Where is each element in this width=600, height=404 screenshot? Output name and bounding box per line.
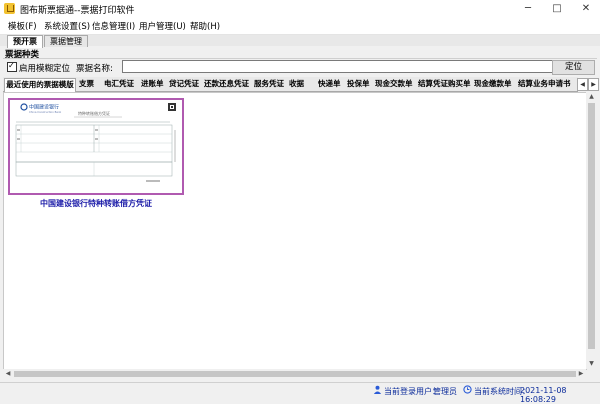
menu-help[interactable]: 帮助(H) [190, 20, 220, 32]
current-user-value: 管理员 [433, 387, 457, 396]
category-tab[interactable]: 快递单 [318, 78, 341, 90]
bank-name-en: China Construction Bank [29, 110, 62, 114]
app-icon [4, 3, 15, 14]
scroll-down-icon[interactable]: ▼ [586, 359, 597, 369]
minimize-button[interactable]: ─ [514, 1, 542, 17]
category-tab[interactable]: 进账单 [141, 78, 164, 90]
horizontal-scroll-thumb[interactable] [14, 371, 576, 377]
template-caption[interactable]: 中国建设银行特种转账借方凭证 [8, 198, 184, 209]
main-tab-strip [0, 35, 600, 46]
scroll-left-icon[interactable]: ◀ [3, 369, 13, 379]
scroll-up-icon[interactable]: ▲ [586, 92, 597, 102]
horizontal-scrollbar[interactable]: ◀ ▶ [3, 369, 586, 379]
menu-info-management[interactable]: 信息管理(I) [92, 20, 135, 32]
category-tab[interactable]: 电汇凭证 [104, 78, 134, 90]
status-bar: 当前登录用户： 管理员 当前系统时间： 2021-11-08 16:08:29 [0, 382, 600, 404]
menu-user-management[interactable]: 用户管理(U) [139, 20, 186, 32]
category-tab[interactable]: 贷记凭证 [169, 78, 199, 90]
title-bar: 图布斯票据通--票据打印软件 ─ □ ✕ [0, 0, 600, 18]
checkmark-icon: ✓ [8, 61, 15, 70]
category-tab[interactable]: 投保单 [347, 78, 370, 90]
vertical-scroll-thumb[interactable] [588, 103, 595, 349]
maximize-button[interactable]: □ [543, 1, 571, 17]
menu-template[interactable]: 模板(F) [8, 20, 37, 32]
bank-name: 中国建设银行 [29, 104, 59, 111]
category-tab[interactable]: 现金交款单 [375, 78, 413, 90]
category-tab[interactable]: 还款还息凭证 [204, 78, 249, 90]
category-tab[interactable]: 结算业务申请书 [518, 78, 571, 90]
tab-bill-management[interactable]: 票据管理 [44, 35, 88, 47]
scroll-right-icon[interactable]: ▶ [576, 369, 586, 379]
bill-name-label: 票据名称: [76, 64, 113, 74]
category-tab[interactable]: 结算凭证购买单 [418, 78, 471, 90]
current-user-label: 当前登录用户： [384, 387, 440, 396]
menu-system-settings[interactable]: 系统设置(S) [44, 20, 90, 32]
section-divider [3, 58, 597, 59]
tabs-scroll-right-icon[interactable]: ▶ [588, 78, 599, 91]
category-tab[interactable]: 收据 [289, 78, 304, 90]
category-tab[interactable]: 服务凭证 [254, 78, 284, 90]
tabs-scroll-left-icon[interactable]: ◀ [577, 78, 588, 91]
clock-icon [463, 385, 472, 394]
system-time-value: 2021-11-08 16:08:29 [520, 386, 567, 404]
tab-pre-invoice[interactable]: 预开票 [7, 35, 43, 48]
user-icon [373, 385, 382, 394]
category-tab[interactable]: 最近使用的票据模版 [4, 78, 76, 92]
vertical-scrollbar[interactable]: ▲ ▼ [586, 92, 597, 369]
template-thumbnail[interactable]: 中国建设银行 China Construction Bank 特种转账借方凭证 [8, 98, 184, 195]
voucher-title: 特种转账借方凭证 [78, 110, 110, 116]
close-button[interactable]: ✕ [572, 1, 600, 17]
fuzzy-locate-label: 启用模糊定位 [19, 64, 71, 74]
menu-bar: 模板(F) 系统设置(S) 信息管理(I) 用户管理(U) 帮助(H) [0, 18, 600, 35]
locate-button[interactable]: 定位 [552, 60, 595, 75]
category-tab[interactable]: 支票 [79, 78, 94, 90]
voucher-preview: 中国建设银行 China Construction Bank 特种转账借方凭证 [10, 100, 182, 193]
bill-name-input[interactable] [122, 60, 557, 73]
window-title: 图布斯票据通--票据打印软件 [20, 6, 135, 16]
category-tab[interactable]: 现金缴款单 [474, 78, 512, 90]
